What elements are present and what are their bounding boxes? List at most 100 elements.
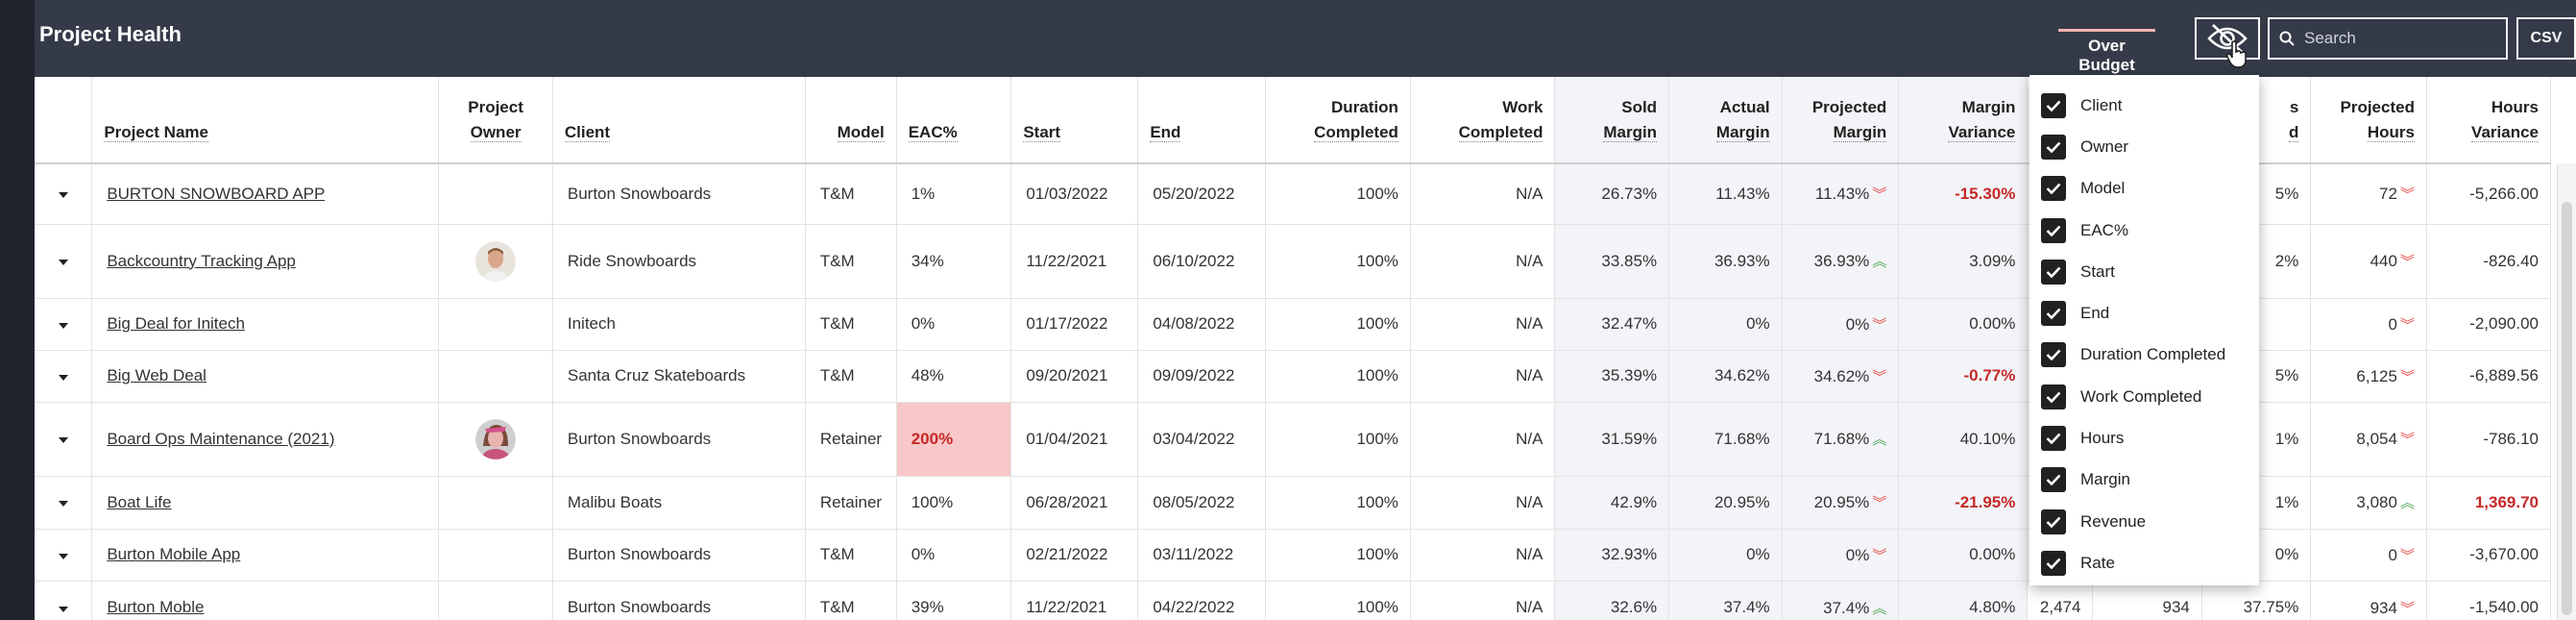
checkbox[interactable] [2041,467,2066,493]
column-toggle-item[interactable]: Duration Completed [2029,335,2259,376]
model-cell: T&M [805,581,897,620]
projected-margin-value: 71.68% [1813,430,1870,448]
project-name-cell[interactable]: Big Web Deal [91,350,440,403]
avatar [475,418,517,459]
project-name-link[interactable]: Burton Mobile App [107,545,240,563]
project-name-link[interactable]: Big Deal for Initech [107,314,245,333]
end-cell: 08/05/2022 [1137,476,1267,530]
checkbox[interactable] [2041,217,2066,243]
row-expand-toggle[interactable] [35,298,93,351]
checkbox[interactable] [2041,259,2066,285]
hours-variance-cell: -3,670.00 [2426,529,2552,582]
column-header-model[interactable]: Model [805,77,897,164]
column-toggle-item[interactable]: Model [2029,168,2259,210]
column-header-hours-variance[interactable]: Hours Variance [2426,77,2552,164]
project-name-link[interactable]: Backcountry Tracking App [107,252,296,270]
column-toggle-item[interactable]: Margin [2029,459,2259,501]
actual-margin-cell: 34.62% [1668,350,1783,403]
start-cell: 01/17/2022 [1010,298,1139,351]
row-expand-toggle[interactable] [35,402,93,477]
column-header-sold-margin[interactable]: Sold Margin [1554,77,1670,164]
column-toggle-item[interactable]: Hours [2029,417,2259,459]
checkbox[interactable] [2041,176,2066,202]
checkbox[interactable] [2041,508,2066,534]
checkbox[interactable] [2041,301,2066,327]
start-cell: 01/04/2021 [1010,402,1139,477]
column-header-eac[interactable]: EAC% [896,77,1012,164]
column-header-client[interactable]: Client [552,77,806,164]
row-expand-toggle[interactable] [35,163,93,225]
project-name-link[interactable]: Big Web Deal [107,366,207,384]
checkbox[interactable] [2041,426,2066,452]
column-header-projected-hours[interactable]: Projected Hours [2310,77,2427,164]
column-header-end[interactable]: End [1137,77,1267,164]
column-toggle-item[interactable]: End [2029,292,2259,334]
column-visibility-button[interactable] [2195,17,2260,68]
duration-completed-cell: 100% [1265,529,1411,582]
row-expand-toggle[interactable] [35,529,93,582]
checkmark-icon [2046,225,2061,236]
eac-cell: 100% [896,476,1012,530]
project-name-cell[interactable]: Board Ops Maintenance (2021) [91,402,440,477]
row-expand-toggle[interactable] [35,350,93,403]
column-toggle-item[interactable]: Client [2029,85,2259,126]
projected-margin-value: 11.43% [1814,185,1870,204]
client-cell: Initech [552,298,806,351]
column-header-actual-margin[interactable]: Actual Margin [1668,77,1783,164]
trend-down-icon: ︾ [2399,186,2415,204]
caret-down-icon [58,606,68,612]
csv-export-button[interactable]: CSV [2516,17,2576,60]
checkbox[interactable] [2041,134,2066,160]
project-name-link[interactable]: Boat Life [107,493,171,511]
project-name-link[interactable]: BURTON SNOWBOARD APP [107,185,325,203]
projected-margin-cell: 34.62% ︾ [1782,350,1900,403]
trend-down-icon: ︾ [2399,368,2415,385]
duration-completed-cell: 100% [1265,581,1411,620]
column-header-start[interactable]: Start [1010,77,1139,164]
vertical-scrollbar[interactable] [2557,163,2576,620]
row-expand-toggle[interactable] [35,476,93,530]
row-expand-toggle[interactable] [35,224,93,299]
client-cell: Burton Snowboards [552,163,806,225]
column-toggle-item[interactable]: Rate [2029,542,2259,583]
project-name-link[interactable]: Burton Moble [107,598,204,616]
column-header-project-name[interactable]: Project Name [91,77,440,164]
project-name-link[interactable]: Board Ops Maintenance (2021) [107,430,334,448]
checkbox[interactable] [2041,384,2066,409]
column-toggle-item[interactable]: Owner [2029,126,2259,167]
margin-variance-cell: 4.80% [1898,581,2029,620]
search-input[interactable] [2304,29,2496,48]
caret-down-icon [58,374,68,381]
column-toggle-item[interactable]: Work Completed [2029,376,2259,417]
duration-completed-cell: 100% [1265,298,1411,351]
column-toggle-item[interactable]: EAC% [2029,210,2259,251]
sold-margin-cell: 42.9% [1554,476,1670,530]
column-header-duration-completed[interactable]: Duration Completed [1265,77,1411,164]
over-budget-filter[interactable]: Over Budget [2058,29,2155,74]
column-toggle-label: Start [2080,261,2115,281]
column-header-margin-variance[interactable]: Margin Variance [1898,77,2029,164]
project-name-cell[interactable]: BURTON SNOWBOARD APP [91,163,440,225]
column-toggle-item[interactable]: Start [2029,251,2259,292]
row-expand-toggle[interactable] [35,581,93,620]
project-name-cell[interactable]: Backcountry Tracking App [91,224,440,299]
eac-cell: 39% [896,581,1012,620]
checkbox[interactable] [2041,550,2066,576]
search-field[interactable] [2268,17,2508,60]
projected-margin-value: 36.93% [1813,252,1870,270]
column-header-work-completed[interactable]: Work Completed [1410,77,1556,164]
column-toggle-item[interactable]: Revenue [2029,501,2259,542]
project-name-cell[interactable]: Burton Moble [91,581,440,620]
project-name-cell[interactable]: Big Deal for Initech [91,298,440,351]
left-sidebar-strip [0,0,35,620]
table-row[interactable]: Burton Moble Burton Snowboards T&M 39% 11/22… [35,581,2552,620]
checkbox[interactable] [2041,92,2066,118]
scrollbar-thumb[interactable] [2562,202,2572,615]
column-header-project-owner[interactable]: Project Owner [438,77,553,164]
column-visibility-menu: Client Owner Model EAC% Start End Duration Com… [2029,75,2259,585]
project-name-cell[interactable]: Burton Mobile App [91,529,440,582]
checkbox[interactable] [2041,342,2066,368]
column-header-projected-margin[interactable]: Projected Margin [1782,77,1900,164]
project-name-cell[interactable]: Boat Life [91,476,440,530]
caret-down-icon [58,501,68,507]
